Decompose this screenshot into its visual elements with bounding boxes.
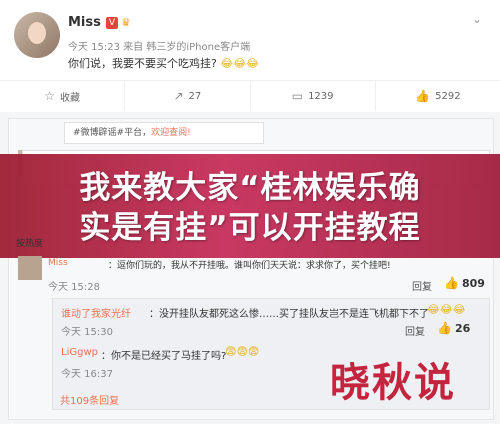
reply-text: ：没开挂队友都死这么惨……买了挂队友岂不是连飞机都下不了 xyxy=(149,309,429,320)
comment-avatar[interactable] xyxy=(18,256,42,280)
comment-icon: ▭ xyxy=(291,89,304,103)
reply-user-name[interactable]: 谁动了我家光纤 xyxy=(61,305,131,320)
laugh-emoji-icon: 😂😂😂 xyxy=(427,303,466,316)
thumbs-up-icon[interactable]: 👍 xyxy=(437,321,452,335)
post-content: 你们说，我要不要买个吃鸡挂? 😂😂😂 xyxy=(68,55,259,71)
like-count: 5292 xyxy=(435,90,461,102)
reply-like-count: 26 xyxy=(455,322,471,335)
sort-by-hot-tab[interactable]: 按热度 xyxy=(16,236,43,249)
rumor-tip-text: #微博辟谣#平台， xyxy=(73,128,152,138)
fear-emoji-icon: 😨😨😨 xyxy=(225,345,260,358)
weibo-card: Miss V ♛ ⌄ 今天 15:23 来自 韩三岁的iPhone客户端 你们说… xyxy=(0,0,500,424)
thumbs-up-icon: 👍 xyxy=(415,89,431,103)
overlay-title-line-2: 实是有挂”可以开挂教程 xyxy=(79,210,421,246)
comment-like-count: 809 xyxy=(462,277,485,290)
star-icon: ☆ xyxy=(44,89,55,103)
comment-item: Miss ：逗你们玩的，我从不开挂哦。谁叫你们天天说：求求你了，买个挂吧! 今天… xyxy=(18,254,492,294)
more-replies-link[interactable]: 共109条回复 xyxy=(60,392,119,407)
rumor-tip: #微博辟谣#平台，欢迎查阅! xyxy=(64,122,264,144)
share-count: 27 xyxy=(188,90,202,102)
post-content-text: 你们说，我要不要买个吃鸡挂? xyxy=(68,57,217,70)
user-avatar[interactable] xyxy=(14,12,60,58)
post-action-bar: ☆ 收藏 ↗ 27 ▭ 1239 👍 5292 xyxy=(0,80,500,111)
verified-badge-icon: V xyxy=(106,17,118,29)
comment-time: 今天 15:28 xyxy=(48,282,100,293)
rumor-tip-link[interactable]: 欢迎查阅! xyxy=(151,128,191,138)
weibo-post: Miss V ♛ ⌄ 今天 15:23 来自 韩三岁的iPhone客户端 你们说… xyxy=(0,0,500,112)
post-meta: 今天 15:23 来自 韩三岁的iPhone客户端 xyxy=(68,42,251,53)
comment-count: 1239 xyxy=(308,90,334,102)
reply-user-name[interactable]: LiGgwp xyxy=(61,347,98,358)
comment-text: ：逗你们玩的，我从不开挂哦。谁叫你们天天说：求求你了，买个挂吧! xyxy=(108,261,391,271)
reply-time: 今天 15:30 xyxy=(61,327,113,338)
favorite-button[interactable]: ☆ 收藏 xyxy=(0,81,126,111)
crown-icon: ♛ xyxy=(121,16,131,29)
reply-reply-button[interactable]: 回复 xyxy=(405,323,425,338)
thumbs-up-icon[interactable]: 👍 xyxy=(444,276,459,290)
overlay-title-line-1: 我来教大家“桂林娱乐确 xyxy=(79,170,421,206)
reply-time: 今天 16:37 xyxy=(61,369,113,380)
laugh-emoji-icon: 😂😂😂 xyxy=(220,57,259,70)
comment-button[interactable]: ▭ 1239 xyxy=(251,81,376,111)
overlay-title: 我来教大家“桂林娱乐确 实是有挂”可以开挂教程 xyxy=(0,168,500,248)
share-button[interactable]: ↗ 27 xyxy=(125,81,251,111)
chevron-down-icon[interactable]: ⌄ xyxy=(472,12,482,26)
comment-user-name[interactable]: Miss xyxy=(48,258,68,268)
like-button[interactable]: 👍 5292 xyxy=(376,81,500,111)
favorite-label: 收藏 xyxy=(60,92,80,104)
watermark-text: 晓秋说 xyxy=(330,359,456,406)
share-icon: ↗ xyxy=(173,89,184,103)
post-user-name[interactable]: Miss xyxy=(68,15,101,30)
reply-text: ：你不是已经买了马挂了吗? xyxy=(101,351,227,362)
comment-reply-button[interactable]: 回复 xyxy=(412,278,432,293)
